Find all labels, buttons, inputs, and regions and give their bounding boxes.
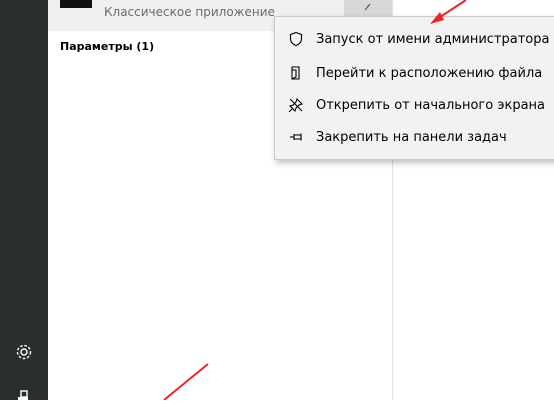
chevron-right-icon bbox=[364, 3, 371, 11]
menu-item-pin-taskbar[interactable]: Закрепить на панели задач bbox=[275, 121, 554, 153]
menu-item-label: Открепить от начального экрана bbox=[316, 97, 546, 113]
pin-taskbar-icon bbox=[288, 129, 304, 145]
shield-icon bbox=[288, 31, 304, 47]
start-rail bbox=[0, 0, 48, 403]
section-title: Параметры (1) bbox=[60, 40, 155, 53]
menu-item-label: Перейти к расположению файла bbox=[316, 65, 543, 81]
menu-item-label: Запуск от имени администратора bbox=[316, 31, 550, 47]
app-subtitle: Классическое приложение bbox=[104, 5, 275, 19]
menu-item-run-as-admin[interactable]: Запуск от имени администратора bbox=[275, 23, 554, 55]
context-menu: Запуск от имени администратора Перейти к… bbox=[274, 16, 554, 160]
unpin-icon bbox=[288, 97, 304, 113]
menu-item-label: Закрепить на панели задач bbox=[316, 129, 507, 145]
app-thumbnail bbox=[60, 0, 92, 8]
menu-item-unpin-start[interactable]: Открепить от начального экрана bbox=[275, 89, 554, 121]
expand-arrow-button[interactable] bbox=[344, 0, 392, 16]
menu-item-open-file-location[interactable]: Перейти к расположению файла bbox=[275, 57, 554, 89]
file-location-icon bbox=[288, 65, 304, 81]
gear-icon[interactable] bbox=[14, 342, 34, 362]
